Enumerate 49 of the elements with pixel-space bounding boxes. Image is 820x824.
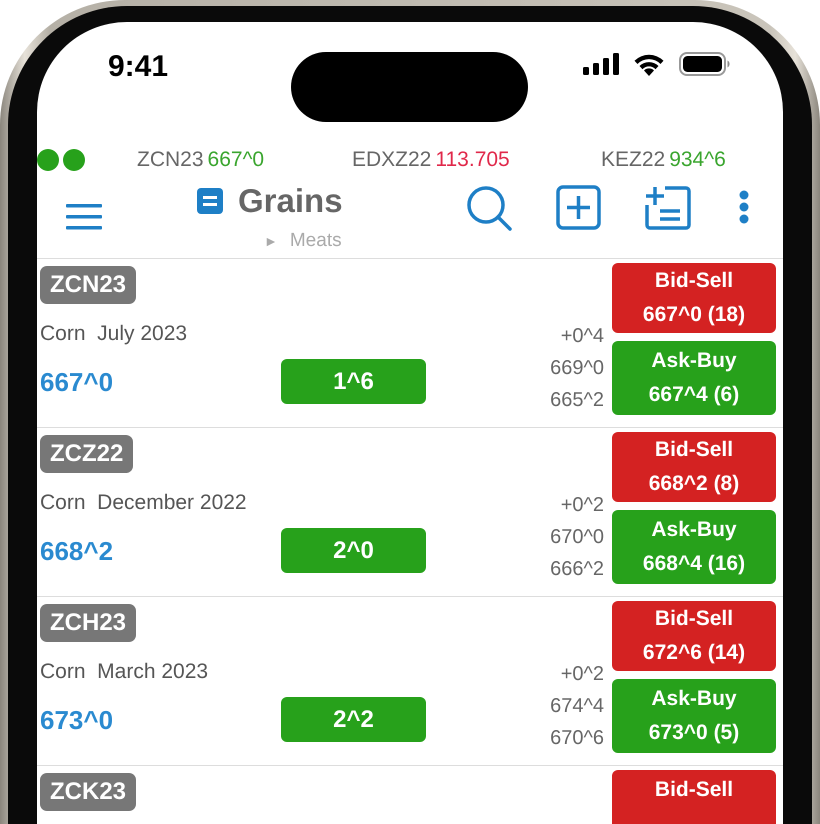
signal-icon [583, 53, 619, 75]
ticker-symbol: EDXZ22 [352, 148, 432, 172]
next-list-marker: ► [264, 232, 278, 251]
low-price: 665^2 [550, 388, 604, 413]
add-icon[interactable] [556, 185, 601, 230]
bid-sell-button[interactable]: Bid-Sell 667^0 (18) [612, 263, 776, 333]
bid-sell-button[interactable]: Bid-Sell 672^6 (14) [612, 601, 776, 671]
next-list-link[interactable]: Meats [290, 230, 342, 252]
high-price: 674^4 [550, 694, 604, 719]
connection-status-icon [37, 149, 85, 171]
contract-description: Corn March 2023 [40, 660, 208, 684]
ask-buy-button[interactable]: Ask-Buy 668^4 (16) [612, 510, 776, 584]
contract-description: Corn December 2022 [40, 491, 247, 515]
search-icon[interactable] [466, 185, 512, 231]
ticker-symbol: ZCN23 [137, 148, 204, 172]
ticker-price: 667^0 [208, 148, 264, 172]
last-price: 668^2 [40, 537, 114, 565]
symbol-badge: ZCH23 [40, 604, 136, 642]
list-icon [197, 188, 223, 214]
wifi-icon [633, 52, 665, 76]
symbol-badge: ZCN23 [40, 266, 136, 304]
change-button[interactable]: 2^2 [281, 697, 426, 742]
ticker-symbol: KEZ22 [601, 148, 666, 172]
change-button[interactable]: 1^6 [281, 359, 426, 404]
symbol-badge: ZCK23 [40, 773, 136, 811]
bid-sell-button[interactable]: Bid-Sell [612, 770, 776, 824]
last-price: 673^0 [40, 706, 114, 734]
watchlist-title[interactable]: Grains [238, 182, 343, 220]
symbol-badge: ZCZ22 [40, 435, 134, 473]
low-price: 670^6 [550, 726, 604, 751]
battery-icon [679, 52, 731, 76]
ask-buy-button[interactable]: Ask-Buy 667^4 (6) [612, 341, 776, 415]
net-change: +0^2 [560, 493, 604, 518]
ticker-price: 113.705 [435, 148, 510, 172]
last-price: 667^0 [40, 368, 114, 396]
ticker-price: 934^6 [669, 148, 726, 172]
high-price: 669^0 [550, 356, 604, 381]
ask-buy-button[interactable]: Ask-Buy 673^0 (5) [612, 679, 776, 753]
contract-description: Corn July 2023 [40, 322, 188, 346]
low-price: 666^2 [550, 557, 604, 582]
bid-sell-button[interactable]: Bid-Sell 668^2 (8) [612, 432, 776, 502]
status-time: 9:41 [108, 50, 168, 84]
net-change: +0^4 [560, 324, 604, 349]
add-list-icon[interactable] [645, 185, 691, 230]
high-price: 670^0 [550, 525, 604, 550]
change-button[interactable]: 2^0 [281, 528, 426, 573]
more-icon[interactable] [738, 190, 750, 224]
net-change: +0^2 [560, 662, 604, 687]
menu-icon[interactable] [66, 204, 102, 230]
